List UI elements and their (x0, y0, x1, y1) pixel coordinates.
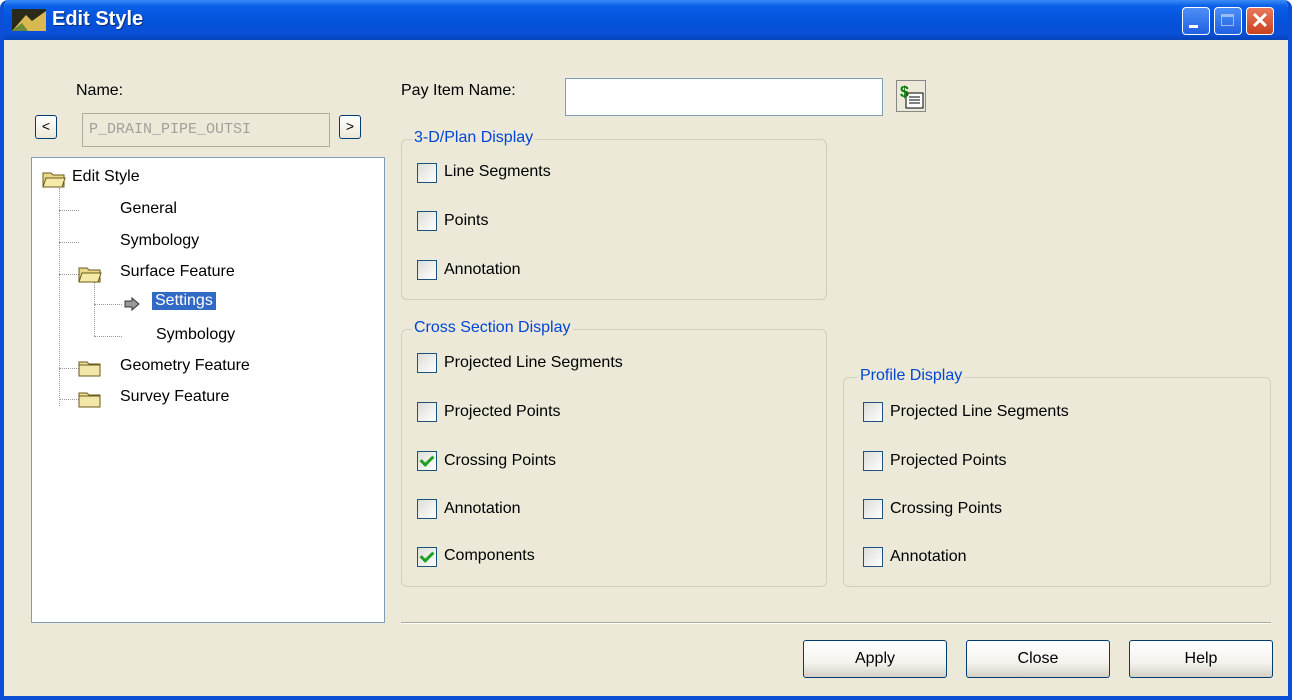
edit-style-window: Edit Style ✕ Name: < P_DRAIN_PIPE_OUTSI … (0, 0, 1292, 700)
tree-item-label: Surface Feature (120, 263, 235, 280)
plan-annotation-checkbox[interactable] (417, 260, 437, 280)
tree-item-label: Survey Feature (120, 388, 230, 405)
help-button[interactable]: Help (1129, 640, 1273, 678)
name-label: Name: (76, 82, 124, 99)
svg-text:$: $ (900, 84, 909, 101)
tree-connector (94, 304, 122, 305)
xs-crossing-points-label: Crossing Points (444, 452, 557, 469)
profile-projected-line-segments-label: Projected Line Segments (890, 403, 1069, 420)
plan-points-label: Points (444, 212, 489, 229)
xs-annotation-label: Annotation (444, 500, 521, 517)
profile-display-title: Profile Display (858, 367, 965, 385)
folder-open-icon (42, 172, 66, 188)
tree-connector (94, 282, 95, 336)
maximize-button[interactable] (1214, 7, 1242, 35)
tree-connector (59, 399, 79, 400)
tree-connector (59, 242, 79, 243)
next-style-button[interactable]: > (339, 115, 361, 139)
profile-projected-points-label: Projected Points (890, 452, 1007, 469)
xs-projected-line-segments-checkbox[interactable] (417, 353, 437, 373)
tree-connector (59, 368, 79, 369)
tree-connector (59, 210, 79, 211)
apply-button[interactable]: Apply (803, 640, 947, 678)
xs-crossing-points-checkbox[interactable] (417, 451, 437, 471)
plan-points-checkbox[interactable] (417, 211, 437, 231)
tree-item-label: Edit Style (72, 168, 140, 185)
chevron-left-icon: < (41, 118, 51, 134)
chevron-right-icon: > (345, 118, 355, 134)
profile-crossing-points-label: Crossing Points (890, 500, 1003, 517)
xs-annotation-checkbox[interactable] (417, 499, 437, 519)
tree-item-label: Settings (152, 292, 216, 310)
tree-connector (59, 274, 79, 275)
app-icon (12, 9, 46, 31)
xs-projected-points-label: Projected Points (444, 403, 561, 420)
style-tree[interactable]: Edit Style General Symbology Surface Fea… (31, 157, 385, 623)
tree-item-symbology[interactable]: Symbology (120, 232, 199, 250)
window-title: Edit Style (52, 8, 144, 30)
pay-item-name-input[interactable] (565, 78, 883, 116)
previous-style-button[interactable]: < (35, 115, 57, 139)
profile-annotation-label: Annotation (890, 548, 967, 565)
tree-item-label: Geometry Feature (120, 357, 250, 374)
folder-closed-icon (78, 361, 101, 377)
close-icon: ✕ (1250, 8, 1270, 33)
tree-item-label: Symbology (120, 232, 200, 249)
tree-connector (59, 188, 60, 406)
xs-projected-line-segments-label: Projected Line Segments (444, 354, 623, 371)
plan-annotation-label: Annotation (444, 261, 521, 278)
tree-connector (94, 336, 122, 337)
folder-open-icon (78, 267, 102, 283)
xs-projected-points-checkbox[interactable] (417, 402, 437, 422)
tree-item-label: General (120, 200, 177, 217)
plan-line-segments-checkbox[interactable] (417, 163, 437, 183)
plan-display-title: 3-D/Plan Display (412, 129, 536, 147)
tree-item-general[interactable]: General (120, 200, 177, 218)
footer-divider (401, 622, 1271, 624)
close-button[interactable]: Close (966, 640, 1110, 678)
arrow-right-icon (124, 297, 140, 311)
profile-projected-points-checkbox[interactable] (863, 451, 883, 471)
folder-closed-icon (78, 392, 101, 408)
style-name-field[interactable]: P_DRAIN_PIPE_OUTSI (82, 113, 330, 147)
profile-crossing-points-checkbox[interactable] (863, 499, 883, 519)
pay-item-lookup-icon[interactable]: $ (896, 80, 926, 112)
xs-components-checkbox[interactable] (417, 547, 437, 567)
cross-section-display-title: Cross Section Display (412, 319, 573, 337)
plan-line-segments-label: Line Segments (444, 163, 551, 180)
profile-projected-line-segments-checkbox[interactable] (863, 402, 883, 422)
tree-item-label: Symbology (156, 326, 236, 343)
minimize-button[interactable] (1182, 7, 1210, 35)
tree-item-symbology[interactable]: Symbology (156, 326, 235, 344)
pay-item-label: Pay Item Name: (401, 82, 516, 99)
title-bar[interactable]: Edit Style ✕ (4, 0, 1288, 40)
close-window-button[interactable]: ✕ (1246, 7, 1274, 35)
xs-components-label: Components (444, 547, 535, 564)
profile-annotation-checkbox[interactable] (863, 547, 883, 567)
